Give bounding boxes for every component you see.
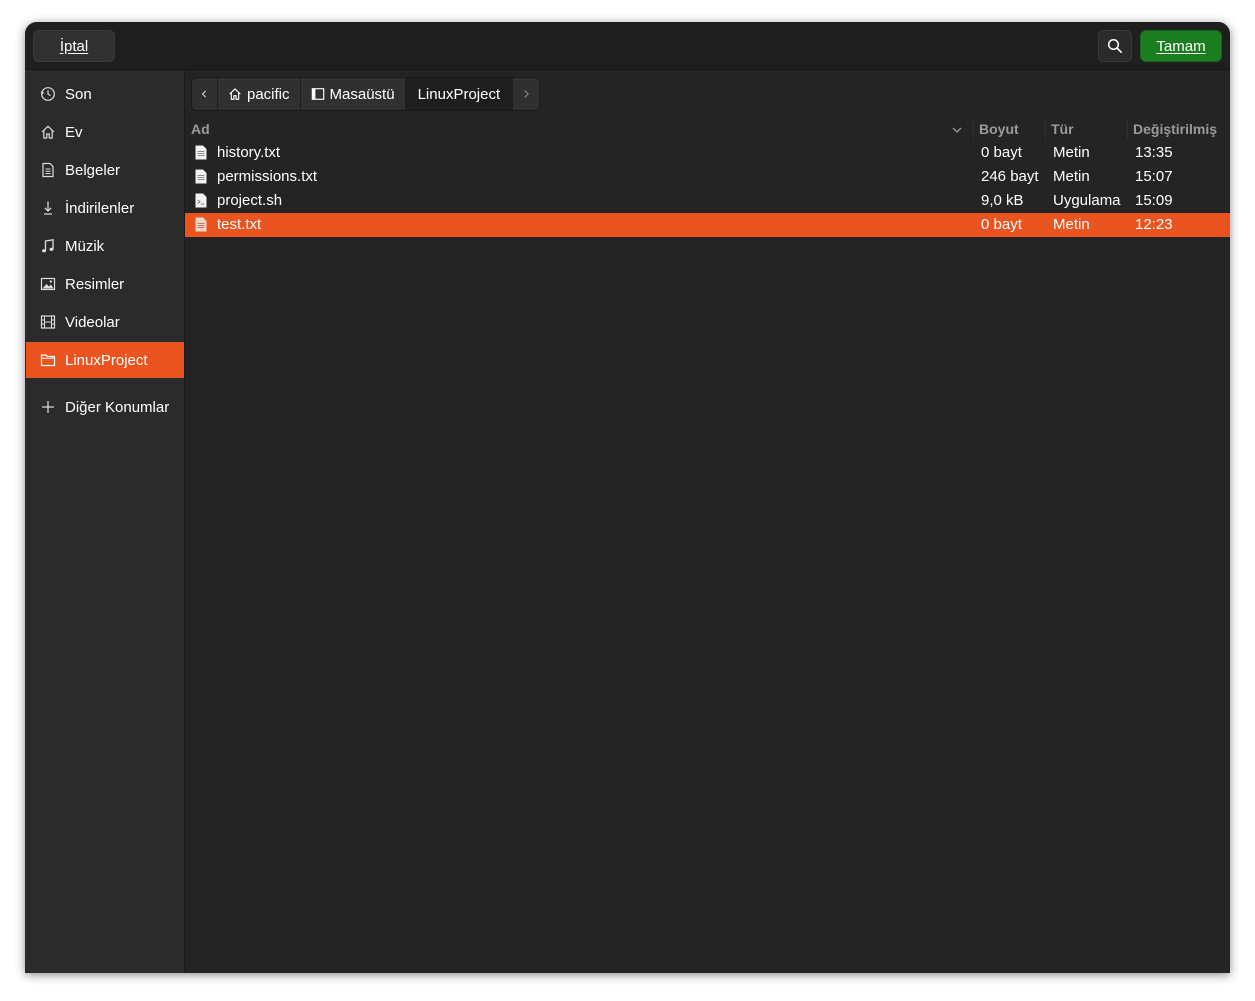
file-size: 0 bayt <box>981 216 1022 233</box>
file-size: 246 bayt <box>981 168 1039 185</box>
cancel-button-label: İptal <box>59 37 89 55</box>
column-separator <box>1127 118 1128 140</box>
script-file-icon <box>195 193 207 208</box>
column-separator <box>973 118 974 140</box>
sidebar-item-home[interactable]: Ev <box>26 114 184 150</box>
file-modified: 15:09 <box>1135 192 1173 209</box>
file-chooser-dialog: İptal Tamam Son Ev Belgeler İndirilenler… <box>25 22 1230 973</box>
file-row[interactable]: history.txt 0 bayt Metin 13:35 <box>185 141 1230 165</box>
sidebar: Son Ev Belgeler İndirilenler Müzik Resim… <box>25 70 185 973</box>
file-type: Metin <box>1053 168 1090 185</box>
file-row[interactable]: permissions.txt 246 bayt Metin 15:07 <box>185 165 1230 189</box>
search-icon <box>1107 38 1122 53</box>
home-icon <box>39 123 57 141</box>
cancel-button[interactable]: İptal <box>33 30 115 62</box>
file-name: project.sh <box>217 192 283 209</box>
sidebar-item-label: Müzik <box>65 237 105 255</box>
path-crumb-label: LinuxProject <box>417 85 501 103</box>
music-icon <box>39 237 57 255</box>
path-crumb-label: pacific <box>247 85 290 103</box>
sidebar-item-documents[interactable]: Belgeler <box>26 152 184 188</box>
download-icon <box>39 199 57 217</box>
file-name: history.txt <box>217 144 281 161</box>
path-forward-button[interactable] <box>513 78 540 110</box>
document-icon <box>39 161 57 179</box>
path-bar: pacific Masaüstü LinuxProject <box>191 77 541 111</box>
column-header-modified[interactable]: Değiştirilmiş <box>1133 121 1217 137</box>
column-separator <box>1045 118 1046 140</box>
path-crumb-current[interactable]: LinuxProject <box>405 78 514 110</box>
file-row[interactable]: project.sh 9,0 kB Uygulama 15:09 <box>185 189 1230 213</box>
sidebar-item-linuxproject[interactable]: LinuxProject <box>26 342 184 378</box>
home-icon <box>229 88 241 100</box>
desktop-icon <box>311 88 324 100</box>
file-modified: 13:35 <box>1135 144 1173 161</box>
sidebar-item-label: LinuxProject <box>65 351 148 369</box>
file-size: 0 bayt <box>981 144 1022 161</box>
file-type: Uygulama <box>1053 192 1121 209</box>
sidebar-item-label: Belgeler <box>65 161 121 179</box>
folder-icon <box>39 351 57 369</box>
path-crumb-label: Masaüstü <box>329 85 395 103</box>
search-button[interactable] <box>1098 30 1132 62</box>
chevron-down-icon[interactable] <box>951 124 963 136</box>
ok-button-label: Tamam <box>1156 37 1206 55</box>
clock-icon <box>39 85 57 103</box>
sidebar-item-label: Ev <box>65 123 83 141</box>
column-header-type[interactable]: Tür <box>1051 121 1074 137</box>
ok-button[interactable]: Tamam <box>1140 30 1222 62</box>
chevron-left-icon <box>201 90 207 98</box>
plus-icon <box>39 398 57 416</box>
sidebar-item-downloads[interactable]: İndirilenler <box>26 190 184 226</box>
list-header: Ad Boyut Tür Değiştirilmiş <box>185 118 1230 140</box>
sidebar-item-recent[interactable]: Son <box>26 76 184 112</box>
sidebar-item-pictures[interactable]: Resimler <box>26 266 184 302</box>
file-modified: 12:23 <box>1135 216 1173 233</box>
file-row[interactable]: test.txt 0 bayt Metin 12:23 <box>185 213 1230 237</box>
sidebar-item-label: İndirilenler <box>65 199 135 217</box>
text-file-icon <box>195 169 207 184</box>
path-crumb-desktop[interactable]: Masaüstü <box>300 78 406 110</box>
path-crumb-home[interactable]: pacific <box>218 78 301 110</box>
file-list: Ad Boyut Tür Değiştirilmiş history.txt 0… <box>185 118 1230 973</box>
file-modified: 15:07 <box>1135 168 1173 185</box>
sidebar-item-label: Videolar <box>65 313 120 331</box>
header-bar: İptal Tamam <box>25 22 1230 70</box>
path-back-button[interactable] <box>192 78 218 110</box>
text-file-icon <box>195 217 207 232</box>
column-header-size[interactable]: Boyut <box>979 121 1019 137</box>
text-file-icon <box>195 145 207 160</box>
sidebar-item-videos[interactable]: Videolar <box>26 304 184 340</box>
file-type: Metin <box>1053 216 1090 233</box>
sidebar-item-label: Diğer Konumlar <box>65 398 170 416</box>
sidebar-item-music[interactable]: Müzik <box>26 228 184 264</box>
chevron-right-icon <box>524 90 530 98</box>
film-icon <box>39 313 57 331</box>
column-header-name[interactable]: Ad <box>191 121 210 137</box>
picture-icon <box>39 275 57 293</box>
file-name: test.txt <box>217 216 262 233</box>
file-size: 9,0 kB <box>981 192 1024 209</box>
file-type: Metin <box>1053 144 1090 161</box>
sidebar-item-other-locations[interactable]: Diğer Konumlar <box>26 389 184 425</box>
sidebar-item-label: Son <box>65 85 92 103</box>
sidebar-item-label: Resimler <box>65 275 125 293</box>
file-name: permissions.txt <box>217 168 318 185</box>
